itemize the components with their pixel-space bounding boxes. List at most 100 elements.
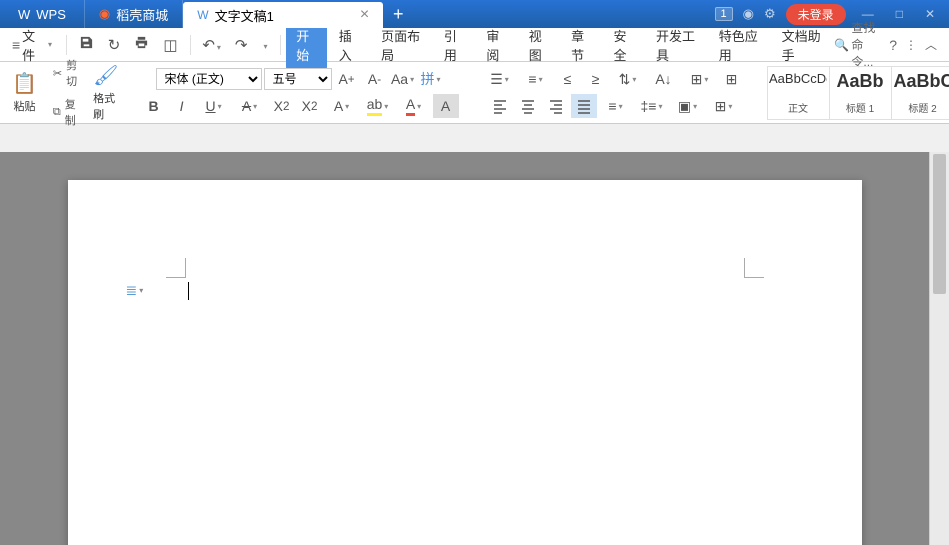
redo-icon[interactable]: ↷ bbox=[229, 36, 254, 54]
sort-button[interactable]: A↓ bbox=[647, 67, 681, 91]
copy-icon: ⧉ bbox=[53, 106, 61, 119]
vertical-scrollbar[interactable] bbox=[929, 152, 949, 545]
wps-label: WPS bbox=[36, 7, 66, 22]
format-painter-label: 格式刷 bbox=[93, 90, 118, 122]
scissors-icon: ✂ bbox=[53, 67, 62, 80]
fire-icon: ◉ bbox=[99, 6, 110, 22]
file-menu[interactable]: 文件 ▾ bbox=[22, 26, 52, 64]
cut-button[interactable]: ✂ 剪切 bbox=[49, 55, 81, 91]
underline-button[interactable]: U▾ bbox=[197, 94, 231, 118]
borders-button[interactable]: ⊞▾ bbox=[707, 94, 741, 118]
tab-security[interactable]: 安全 bbox=[604, 20, 644, 70]
grow-font-button[interactable]: A+ bbox=[334, 67, 360, 91]
show-marks-button[interactable]: ⊞ bbox=[719, 67, 745, 91]
change-case-button[interactable]: Aa▾ bbox=[390, 67, 416, 91]
style-normal[interactable]: AaBbCcDd 正文 bbox=[768, 67, 830, 119]
word-icon: W bbox=[197, 8, 208, 22]
subscript-button[interactable]: X2 bbox=[297, 94, 323, 118]
align-right-button[interactable] bbox=[543, 94, 569, 118]
tab-developer[interactable]: 开发工具 bbox=[646, 20, 707, 70]
style-label: 正文 bbox=[788, 100, 808, 115]
tab-review[interactable]: 审阅 bbox=[476, 20, 516, 70]
font-size-select[interactable]: 五号 bbox=[264, 68, 332, 90]
file-label: 文件 bbox=[22, 26, 40, 64]
tab-special[interactable]: 特色应用 bbox=[709, 20, 770, 70]
strikethrough-button[interactable]: A▾ bbox=[233, 94, 267, 118]
style-preview: AaBbCcDd bbox=[769, 71, 827, 86]
search-label: 查找命令... bbox=[851, 19, 881, 70]
highlight-button[interactable]: ab▾ bbox=[361, 94, 395, 118]
distribute-button[interactable]: ≡▾ bbox=[599, 94, 633, 118]
decrease-indent-button[interactable]: ≤ bbox=[555, 67, 581, 91]
increase-indent-button[interactable]: ≥ bbox=[583, 67, 609, 91]
more-icon[interactable]: ⋮ bbox=[905, 38, 917, 52]
style-preview: AaBb bbox=[837, 71, 884, 92]
document-page[interactable]: ≣▾ bbox=[68, 180, 862, 545]
text-effects-button[interactable]: A▾ bbox=[325, 94, 359, 118]
paragraph-marker-icon[interactable]: ≣▾ bbox=[126, 282, 144, 299]
search-icon: 🔍 bbox=[834, 38, 849, 52]
phonetic-guide-button[interactable]: 拼▾ bbox=[418, 67, 444, 91]
cut-label: 剪切 bbox=[66, 57, 77, 89]
align-left-button[interactable] bbox=[487, 94, 513, 118]
print-icon[interactable] bbox=[128, 35, 155, 54]
menubar: ≡ 文件 ▾ ↻ ◫ ↶▾ ↷ ▾ 开始 插入 页面布局 引用 审阅 视图 章节… bbox=[0, 28, 949, 62]
paste-button[interactable]: 📋 粘贴 bbox=[8, 69, 41, 116]
align-center-button[interactable] bbox=[515, 94, 541, 118]
margin-marker-tl bbox=[166, 258, 186, 278]
wps-logo-icon: W bbox=[18, 7, 30, 22]
style-preview: AaBbC bbox=[894, 71, 949, 92]
help-icon[interactable]: ? bbox=[889, 37, 897, 53]
font-color-button[interactable]: A▾ bbox=[397, 94, 431, 118]
wps-tab[interactable]: W WPS bbox=[0, 0, 85, 28]
copy-button[interactable]: ⧉ 复制 bbox=[49, 94, 81, 130]
font-name-select[interactable]: 宋体 (正文) bbox=[156, 68, 262, 90]
style-label: 标题 2 bbox=[908, 100, 936, 115]
text-direction-button[interactable]: ⇅▾ bbox=[611, 67, 645, 91]
bold-button[interactable]: B bbox=[141, 94, 167, 118]
shading-button[interactable]: ▣▾ bbox=[671, 94, 705, 118]
save-icon[interactable] bbox=[73, 35, 100, 54]
notification-badge[interactable]: 1 bbox=[715, 7, 733, 21]
style-gallery[interactable]: AaBbCcDd 正文 AaBb 标题 1 AaBbC 标题 2 bbox=[767, 66, 949, 120]
style-label: 标题 1 bbox=[846, 100, 874, 115]
ribbon: 📋 粘贴 ✂ 剪切 ⧉ 复制 🖌 格式刷 宋体 (正文) 五号 A+ A- Aa… bbox=[0, 62, 949, 124]
bullets-button[interactable]: ☰▾ bbox=[483, 67, 517, 91]
paste-label: 粘贴 bbox=[13, 98, 35, 114]
tab-doc-assistant[interactable]: 文档助手 bbox=[772, 20, 833, 70]
chevron-down-icon: ▾ bbox=[48, 40, 52, 49]
clipboard-icon: 📋 bbox=[12, 71, 37, 96]
scrollbar-thumb[interactable] bbox=[933, 154, 946, 294]
document-area: ≣▾ bbox=[0, 152, 929, 545]
save-as-icon[interactable]: ↻ bbox=[102, 36, 127, 54]
more-quick-access-icon[interactable]: ▾ bbox=[256, 36, 274, 53]
tab-view[interactable]: 视图 bbox=[519, 20, 559, 70]
collapse-ribbon-icon[interactable]: ︿ bbox=[925, 36, 937, 53]
close-tab-icon[interactable]: × bbox=[360, 6, 369, 24]
paint-brush-icon: 🖌 bbox=[93, 63, 118, 88]
document-tab[interactable]: W 文字文稿1 × bbox=[183, 2, 383, 28]
asian-layout-button[interactable]: ⊞▾ bbox=[683, 67, 717, 91]
italic-button[interactable]: I bbox=[169, 94, 195, 118]
undo-icon[interactable]: ↶▾ bbox=[196, 36, 227, 54]
justify-button[interactable] bbox=[571, 94, 597, 118]
print-preview-icon[interactable]: ◫ bbox=[157, 36, 183, 54]
tab-sections[interactable]: 章节 bbox=[561, 20, 601, 70]
doc-tab-label: 文字文稿1 bbox=[215, 6, 274, 25]
menu-icon[interactable]: ≡ bbox=[12, 37, 20, 53]
search-command[interactable]: 🔍 查找命令... bbox=[834, 19, 881, 70]
dk-tab[interactable]: ◉ 稻壳商城 bbox=[85, 0, 183, 28]
margin-marker-tr bbox=[744, 258, 764, 278]
numbering-button[interactable]: ≡▾ bbox=[519, 67, 553, 91]
line-spacing-button[interactable]: ‡≡▾ bbox=[635, 94, 669, 118]
shrink-font-button[interactable]: A- bbox=[362, 67, 388, 91]
superscript-button[interactable]: X2 bbox=[269, 94, 295, 118]
dk-label: 稻壳商城 bbox=[116, 5, 168, 24]
style-heading2[interactable]: AaBbC 标题 2 bbox=[892, 67, 949, 119]
format-painter-button[interactable]: 🖌 格式刷 bbox=[89, 61, 122, 124]
text-cursor bbox=[188, 282, 189, 300]
copy-label: 复制 bbox=[65, 96, 77, 128]
char-shading-button[interactable]: A bbox=[433, 94, 459, 118]
tab-references[interactable]: 引用 bbox=[434, 20, 474, 70]
style-heading1[interactable]: AaBb 标题 1 bbox=[830, 67, 892, 119]
